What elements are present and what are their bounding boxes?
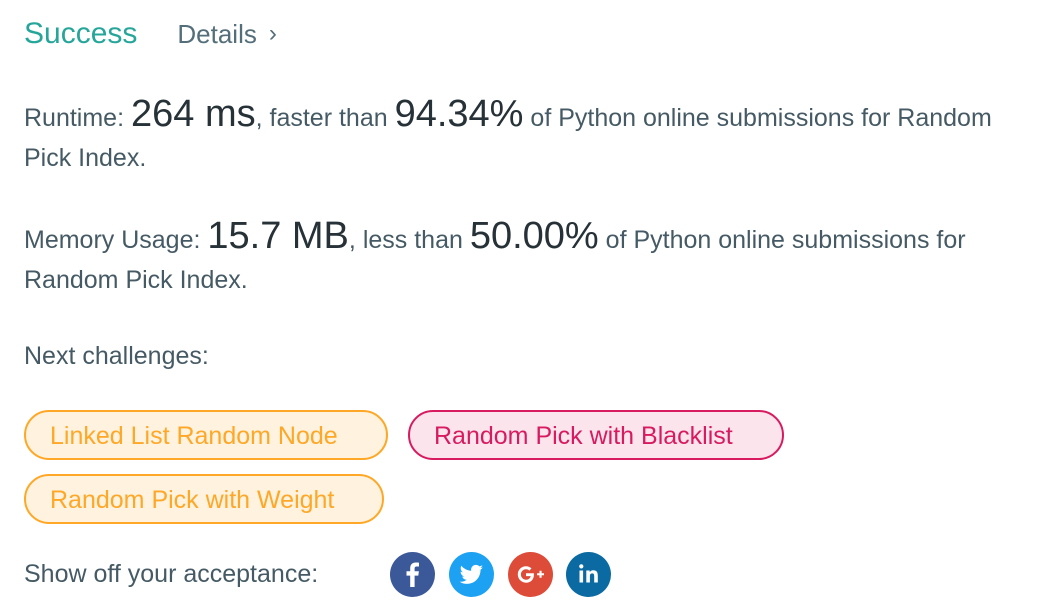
twitter-icon[interactable] bbox=[449, 552, 494, 597]
runtime-value: 264 ms bbox=[130, 93, 256, 135]
challenge-chip-linked-list-random-node[interactable]: Linked List Random Node bbox=[24, 410, 388, 460]
next-challenges-label: Next challenges: bbox=[24, 342, 209, 370]
details-label: Details bbox=[177, 18, 257, 49]
chevron-right-icon: › bbox=[268, 20, 277, 47]
memory-value: 15.7 MB bbox=[207, 215, 349, 257]
challenge-chip-random-pick-with-blacklist[interactable]: Random Pick with Blacklist bbox=[408, 410, 784, 460]
share-label: Show off your acceptance: bbox=[24, 560, 319, 588]
memory-label: Memory Usage: bbox=[24, 226, 208, 254]
facebook-icon[interactable] bbox=[390, 552, 435, 597]
linkedin-icon[interactable] bbox=[566, 552, 611, 597]
google-plus-icon[interactable] bbox=[508, 552, 553, 597]
runtime-mid-text: , faster than bbox=[255, 104, 395, 132]
result-header: Success Details › bbox=[24, 14, 277, 54]
memory-summary: Memory Usage: 15.7 MB, less than 50.00% … bbox=[24, 216, 1024, 300]
runtime-summary: Runtime: 264 ms, faster than 94.34% of P… bbox=[24, 94, 1024, 178]
details-link[interactable]: Details › bbox=[177, 19, 276, 50]
memory-mid-text: , less than bbox=[348, 226, 470, 254]
runtime-percent: 94.34% bbox=[394, 93, 524, 135]
challenge-chip-random-pick-with-weight[interactable]: Random Pick with Weight bbox=[24, 474, 384, 524]
runtime-label: Runtime: bbox=[24, 104, 131, 132]
memory-percent: 50.00% bbox=[469, 215, 599, 257]
status-label: Success bbox=[24, 17, 138, 50]
